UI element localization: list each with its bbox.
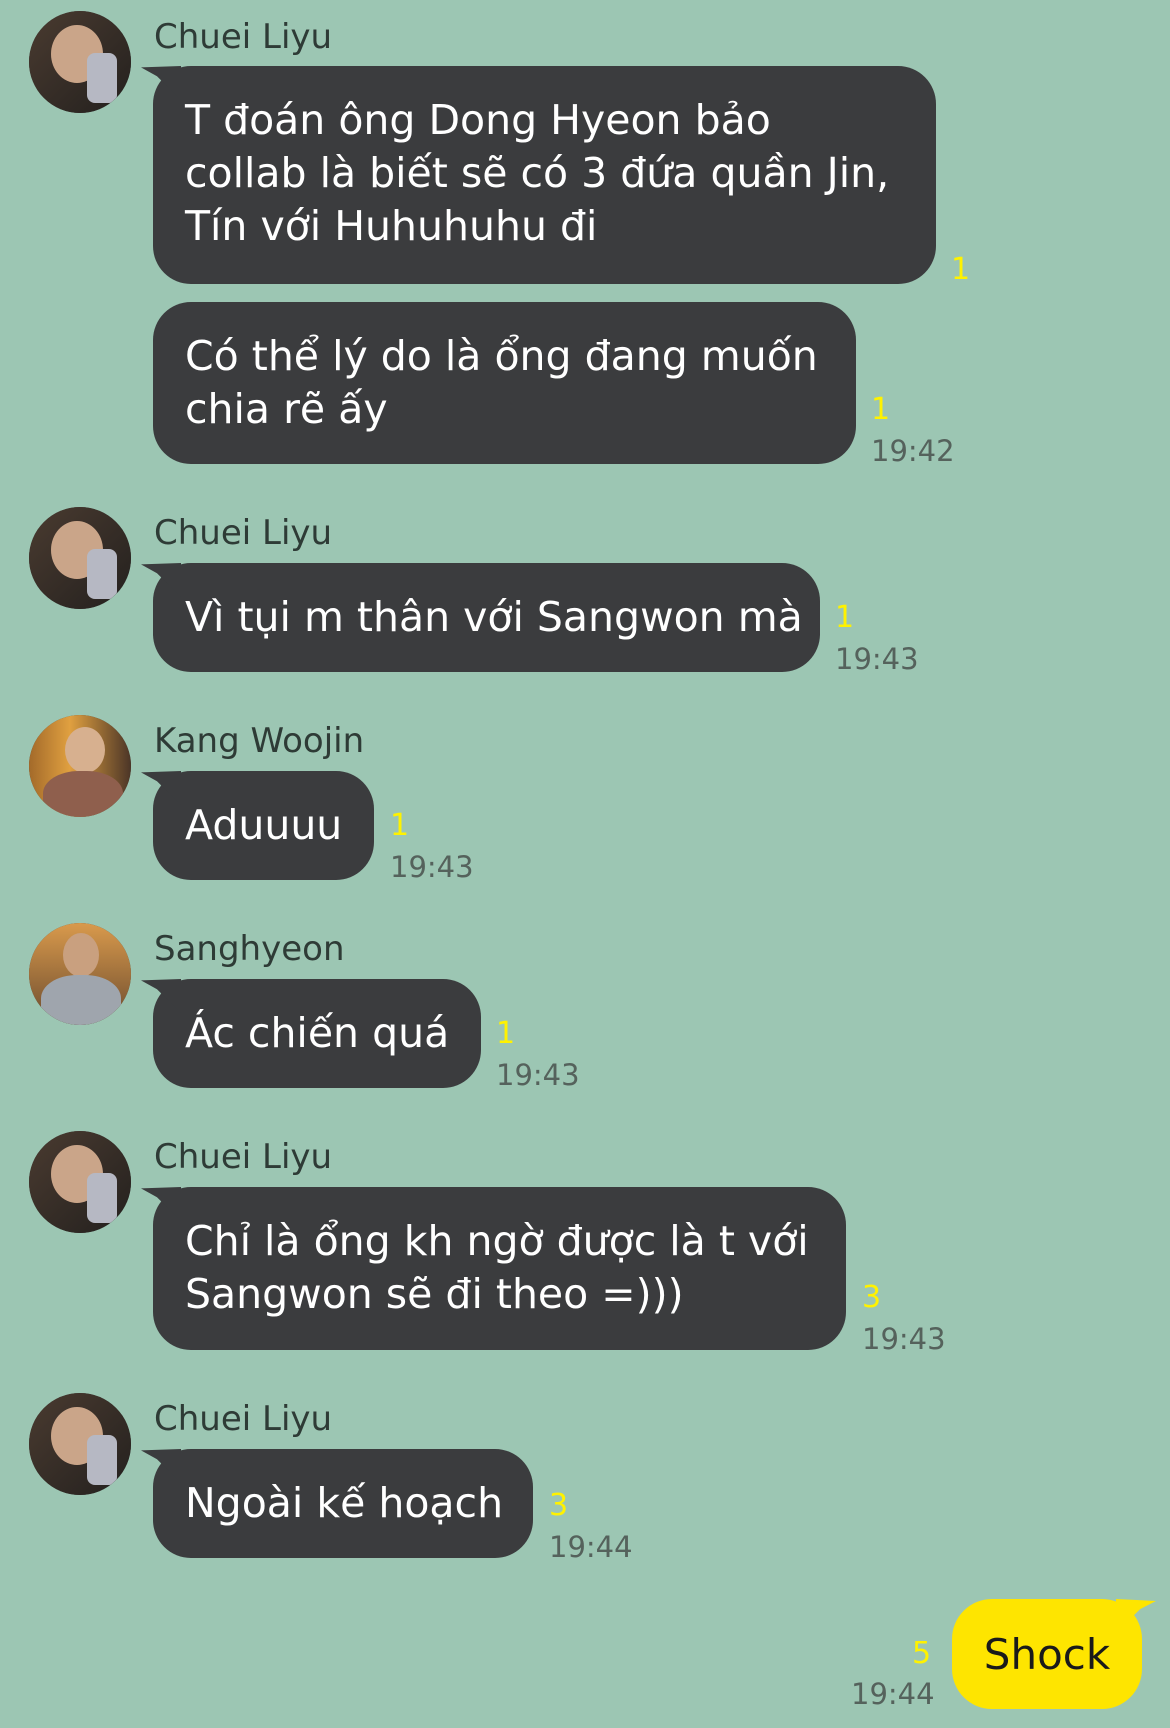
- unread-count: 1: [496, 1016, 516, 1051]
- sender-name: Chuei Liyu: [154, 17, 333, 57]
- unread-count: 1: [390, 808, 410, 843]
- message-time: 19:43: [862, 1322, 946, 1356]
- avatar-chuei-liyu[interactable]: [29, 1393, 131, 1495]
- message-line: Vì tụi m thân với Sangwon mà: [185, 593, 803, 641]
- message-bubble[interactable]: Có thể lý do là ổng đang muốn chia rẽ ấy: [153, 302, 856, 464]
- message-text: Shock: [983, 1629, 1111, 1679]
- unread-count: 3: [862, 1280, 882, 1315]
- unread-count: 3: [549, 1488, 569, 1523]
- unread-count: 1: [835, 600, 855, 635]
- my-message-bubble[interactable]: Shock: [952, 1599, 1142, 1709]
- message-line: Có thể lý do là ổng đang muốn: [185, 332, 818, 380]
- message-line: T đoán ông Dong Hyeon bảo: [185, 96, 771, 144]
- message-time: 19:42: [871, 434, 955, 468]
- message-time: 19:43: [390, 850, 474, 884]
- message-line: Ác chiến quá: [185, 1009, 450, 1057]
- message-line: Tín với Huhuhuhu đi: [185, 202, 598, 250]
- message-time: 19:44: [851, 1677, 935, 1711]
- sender-name: Chuei Liyu: [154, 1137, 333, 1177]
- sender-name: Chuei Liyu: [154, 513, 333, 553]
- message-time: 19:43: [835, 642, 919, 676]
- avatar-chuei-liyu[interactable]: [29, 507, 131, 609]
- message-line: Aduuuu: [185, 801, 343, 849]
- message-bubble[interactable]: T đoán ông Dong Hyeon bảo collab là biết…: [153, 66, 936, 284]
- message-bubble[interactable]: Chỉ là ổng kh ngờ được là t với Sangwon …: [153, 1187, 846, 1350]
- message-time: 19:43: [496, 1058, 580, 1092]
- message-bubble[interactable]: Aduuuu: [153, 771, 374, 880]
- avatar-sanghyeon[interactable]: [29, 923, 131, 1025]
- message-bubble[interactable]: Ác chiến quá: [153, 979, 481, 1088]
- message-line: Ngoài kế hoạch: [185, 1479, 504, 1527]
- unread-count: 5: [912, 1636, 932, 1671]
- message-time: 19:44: [549, 1530, 633, 1564]
- unread-count: 1: [871, 392, 891, 427]
- unread-count: 1: [951, 252, 971, 287]
- message-bubble[interactable]: Vì tụi m thân với Sangwon mà: [153, 563, 820, 672]
- message-line: Chỉ là ổng kh ngờ được là t với: [185, 1217, 809, 1265]
- sender-name: Kang Woojin: [154, 721, 365, 761]
- message-line: collab là biết sẽ có 3 đứa quần Jin,: [185, 149, 890, 197]
- sender-name: Sanghyeon: [154, 929, 345, 969]
- message-line: chia rẽ ấy: [185, 385, 388, 433]
- message-line: Sangwon sẽ đi theo =))): [185, 1270, 684, 1318]
- message-bubble[interactable]: Ngoài kế hoạch: [153, 1449, 533, 1558]
- sender-name: Chuei Liyu: [154, 1399, 333, 1439]
- avatar-kang-woojin[interactable]: [29, 715, 131, 817]
- avatar-chuei-liyu[interactable]: [29, 1131, 131, 1233]
- avatar-chuei-liyu[interactable]: [29, 11, 131, 113]
